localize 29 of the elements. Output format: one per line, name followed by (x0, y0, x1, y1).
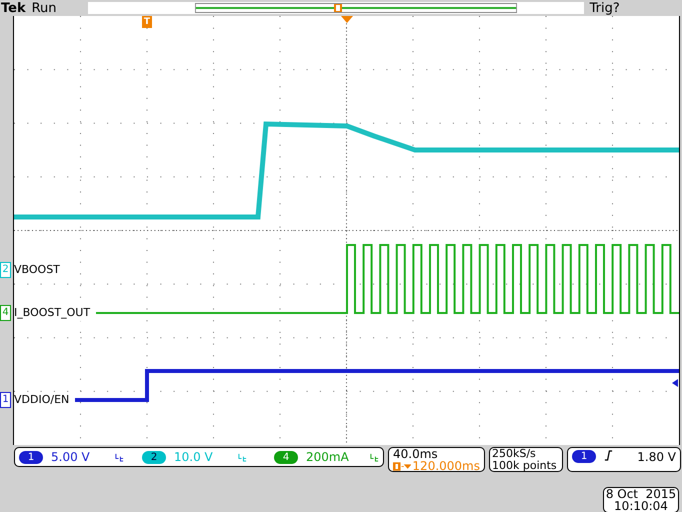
trigger-delay: 120.000ms (412, 460, 480, 472)
bandwidth-icon (238, 452, 247, 462)
trigger-position-marker: T (142, 16, 152, 28)
time-scale: 40.0ms (393, 448, 439, 460)
channel-badge: 1 (19, 450, 43, 464)
channel-marker: 1 (0, 392, 11, 408)
trigger-level: 1.80 V (637, 450, 676, 464)
time: 10:10:04 (614, 500, 668, 512)
record-length: 100k points (492, 460, 558, 472)
trigger-level-icon (672, 379, 678, 387)
channel-scale: 10.0 V (174, 450, 214, 464)
brand-label: Tek (1, 0, 26, 16)
trigger-status: Trig? (590, 0, 620, 16)
acquisition-state: Run (32, 0, 58, 16)
channel-label: I_BOOST_OUT (14, 305, 92, 321)
rising-edge-icon (604, 450, 613, 461)
sample-rate: 250kS/s (492, 448, 537, 460)
channel-badge: 2 (142, 450, 166, 464)
trigger-point-icon (341, 16, 353, 23)
date: 8 Oct 2015 (606, 488, 676, 500)
bandwidth-icon (370, 452, 379, 462)
channel-scale: 200mA (306, 450, 350, 464)
channel-scale: 5.00 V (51, 450, 91, 464)
record-view-window-icon (194, 3, 517, 13)
channel-badge: 4 (274, 450, 298, 464)
bandwidth-icon (115, 452, 124, 462)
trigger-source-badge: 1 (572, 450, 596, 463)
channel-marker: 4 (0, 305, 11, 321)
channel-marker: 2 (0, 262, 11, 278)
